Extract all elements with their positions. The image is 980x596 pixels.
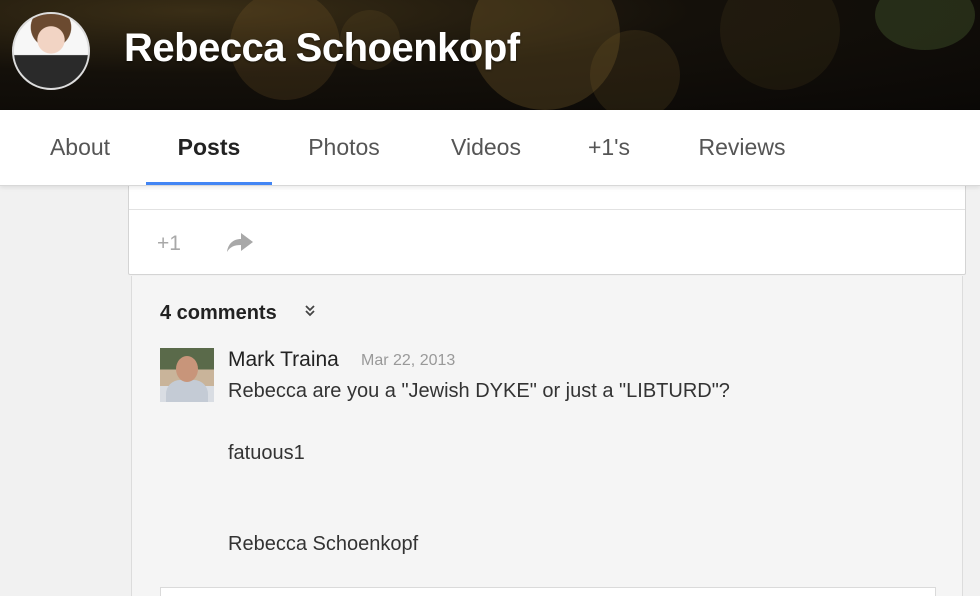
profile-name: Rebecca Schoenkopf xyxy=(124,26,520,70)
bokeh-light xyxy=(875,0,975,50)
tab-reviews[interactable]: Reviews xyxy=(690,110,794,186)
chevron-double-down-glyph xyxy=(305,305,315,317)
bokeh-light xyxy=(590,30,680,110)
next-comment-box[interactable] xyxy=(160,587,936,596)
profile-avatar[interactable] xyxy=(12,12,90,90)
active-tab-indicator xyxy=(146,182,272,185)
comments-count[interactable]: 4 comments xyxy=(160,302,277,325)
avatar-face xyxy=(176,356,198,382)
profile-cover-banner: Rebecca Schoenkopf xyxy=(0,0,980,110)
comment-text-line: Rebecca are you a "Jewish DYKE" or just … xyxy=(228,380,730,402)
comments-section: 4 comments Mark Traina Mar 22, 2013 Rebe… xyxy=(131,276,963,596)
commenter-name[interactable]: Mark Traina xyxy=(228,348,339,372)
tab-about[interactable]: About xyxy=(40,110,120,186)
share-arrow-icon[interactable] xyxy=(225,231,255,260)
comment-date[interactable]: Mar 22, 2013 xyxy=(361,352,455,370)
commenter-avatar[interactable] xyxy=(160,348,214,402)
tab-videos[interactable]: Videos xyxy=(444,110,528,186)
comment-text-line: Rebecca Schoenkopf xyxy=(228,533,419,555)
tab-posts[interactable]: Posts xyxy=(146,110,272,186)
tab-plusones[interactable]: +1's xyxy=(580,110,638,186)
plusone-button[interactable]: +1 xyxy=(157,232,181,256)
avatar-shirt xyxy=(166,380,208,402)
divider xyxy=(129,209,965,210)
comment-text-line: fatuous1 xyxy=(228,442,305,464)
tab-photos[interactable]: Photos xyxy=(300,110,388,186)
chevron-double-down-icon[interactable] xyxy=(304,304,316,320)
profile-tabs: About Posts Photos Videos +1's Reviews xyxy=(0,110,980,186)
share-arrow-glyph xyxy=(227,233,253,252)
bokeh-light xyxy=(720,0,840,90)
